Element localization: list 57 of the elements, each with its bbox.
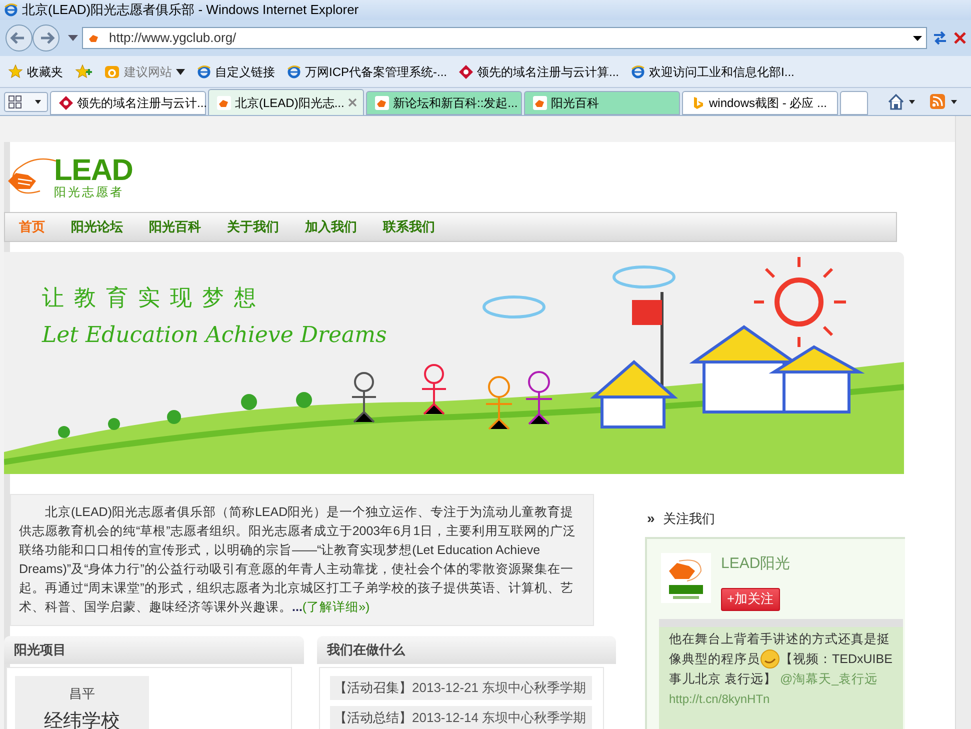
ie-logo-icon [287, 64, 301, 78]
favorite-link[interactable]: 建议网站 [104, 62, 185, 80]
ie-logo-icon [197, 64, 211, 78]
url-text: http://www.ygclub.org/ [109, 29, 238, 48]
star-icon [8, 64, 23, 79]
add-favorite-icon [75, 64, 92, 79]
rss-feed-icon [929, 93, 959, 111]
activity-link[interactable]: 【活动召集】2013-12-21 东坝中心秋季学期 [330, 676, 592, 700]
project-card[interactable]: 昌平 经纬学校 [15, 676, 149, 729]
favorites-button[interactable]: 收藏夹 [8, 62, 63, 80]
window-title: 北京(LEAD)阳光志愿者俱乐部 - Windows Internet Explorer [22, 1, 359, 20]
ie-logo-icon [4, 3, 18, 17]
diamond-logo-icon [59, 96, 73, 110]
caret-icon [913, 36, 922, 40]
project-school: 经纬学校 [44, 710, 120, 729]
emoji-icon [760, 649, 780, 670]
browser-tab[interactable]: 北京(LEAD)阳光志... [208, 89, 364, 115]
project-area: 昌平 [69, 684, 95, 704]
ie-logo-icon [631, 64, 646, 78]
nav-link[interactable]: 关于我们 [227, 217, 279, 237]
favorite-link[interactable]: 欢迎访问工业和信息化部I... [631, 62, 794, 80]
tweet-text: 他在舞台上背着手讲述的方式还真是挺像典型的程序员 【视频：TEDxUIBE 事儿北京 袁行远】 @淘幕天_袁行远 http://t.cn/8kynHTn [669, 630, 893, 708]
close-icon [953, 31, 967, 45]
section-header: 我们在做什么 [317, 636, 616, 664]
logo-text: LEAD [54, 156, 133, 186]
chevron-icon: » [647, 508, 655, 529]
close-icon [348, 98, 358, 107]
home-icon [887, 93, 917, 111]
browser-tab[interactable]: windows截图 - 必应 ... [682, 91, 838, 115]
favorite-link[interactable]: 自定义链接 [197, 62, 275, 80]
slogan-text: 让教育实现梦想 [42, 285, 267, 313]
activity-link[interactable]: 【活动总结】2013-12-14 东坝中心秋季学期 [330, 706, 592, 729]
browser-tab[interactable]: 新论坛和新百科::发起... [366, 91, 522, 115]
nav-link[interactable]: 加入我们 [305, 217, 357, 237]
more-link[interactable]: (了解详细») [302, 600, 370, 614]
favorite-link[interactable]: 领先的域名注册与云计算... [459, 62, 620, 80]
nav-link[interactable]: 联系我们 [383, 217, 435, 237]
browser-tab[interactable]: 领先的域名注册与云计... [50, 91, 206, 115]
section-title: 关注我们 [662, 510, 715, 528]
quick-tabs-icon [4, 92, 48, 112]
b-logo-icon [691, 96, 705, 110]
refresh-icon [931, 29, 949, 47]
new-tab-button[interactable] [840, 91, 868, 115]
nav-link[interactable]: 阳光论坛 [71, 217, 123, 237]
caret-icon [68, 35, 78, 41]
logo-tagline: 阳光志愿者 [54, 186, 125, 198]
slogan-text: Let Education Achieve Dreams [42, 322, 387, 350]
caret-icon [176, 68, 185, 74]
browser-tab[interactable]: 阳光百科 [524, 91, 680, 115]
rounded-logo-icon [104, 64, 120, 78]
section-header: 阳光项目 [4, 636, 304, 664]
favorite-link[interactable]: 万网ICP代备案管理系统-... [287, 62, 448, 80]
follow-button[interactable]: +加关注 [721, 588, 780, 610]
nav-link[interactable]: 阳光百科 [149, 217, 201, 237]
intro-paragraph: 北京(LEAD)阳光志愿者俱乐部（简称LEAD阳光）是一个独立运作、专注于为流动儿童教育提供志愿教育机会的纯“草根”志愿者组织。阳光志愿者成立于2003年6月1日，主要利用互联网的广泛联络功能和口口相传的宣传形式，以明确的宗旨——“让教育实现梦想(Let Education Achieve Dreams)”及“身体力行”的公益行动吸引有意愿的年青人主动靠拢，使社会个体的零散资源聚集在一起。再通过“周末课堂”的形式，组织志愿者为北京城区打工子弟学校的孩子提供英语、计算机、艺术、科普、国学启蒙、趣味经济等课外兴趣课。...(了解详细») [19, 504, 578, 616]
diamond-logo-icon [459, 64, 474, 78]
address-field[interactable]: http://www.ygclub.org/ [82, 27, 927, 49]
